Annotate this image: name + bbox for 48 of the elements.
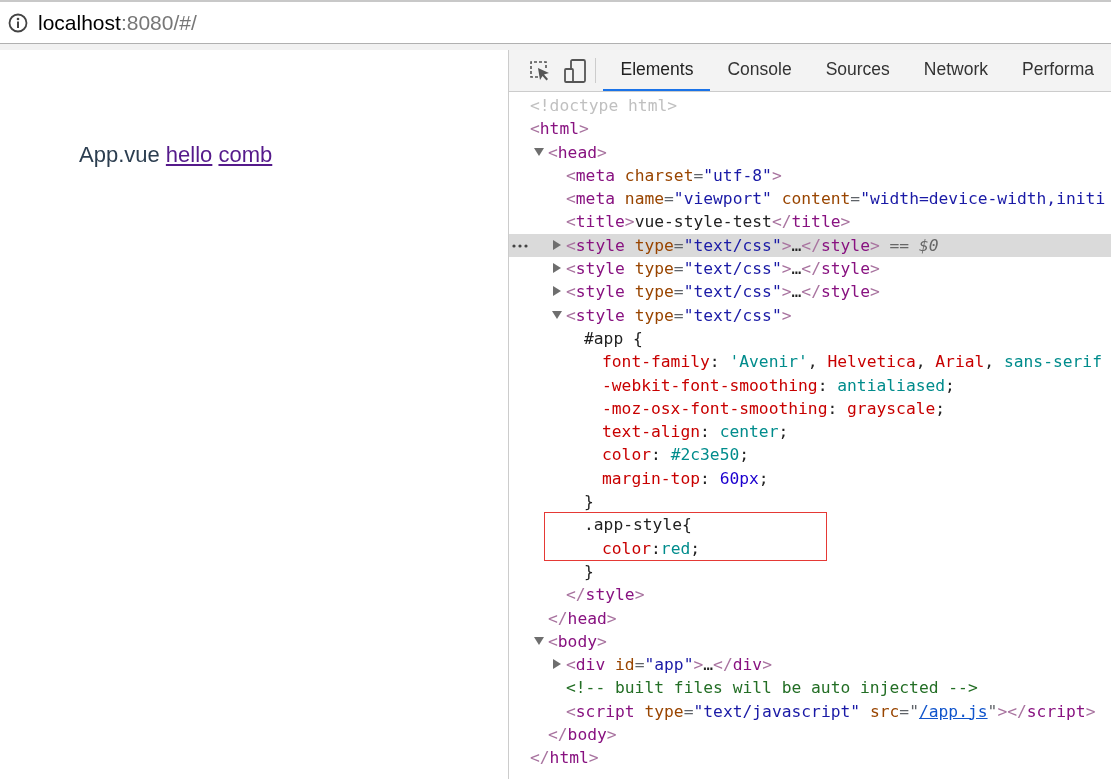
- devtools-tab[interactable]: Sources: [808, 50, 907, 91]
- tree-row[interactable]: <style type="text/css">…</style> == $0: [509, 233, 1111, 258]
- triangle-icon[interactable]: [552, 309, 562, 320]
- triangle-icon[interactable]: [552, 286, 562, 297]
- tree-row[interactable]: -webkit-font-smoothing: antialiased;: [509, 373, 1111, 397]
- triangle-icon[interactable]: [534, 635, 544, 646]
- tree-row[interactable]: </head>: [509, 606, 1111, 630]
- ellipsis-icon[interactable]: [512, 243, 528, 248]
- page-text: App.vue: [79, 142, 160, 167]
- address-field[interactable]: localhost:8080/#/: [38, 10, 197, 35]
- tree-row[interactable]: text-align: center;: [509, 420, 1111, 444]
- tree-row[interactable]: <style type="text/css">: [509, 303, 1111, 327]
- tree-row[interactable]: <style type="text/css">…</style>: [509, 257, 1111, 281]
- triangle-icon[interactable]: [552, 263, 562, 274]
- tree-row[interactable]: <title>vue-style-test</title>: [509, 210, 1111, 234]
- tree-row[interactable]: margin-top: 60px;: [509, 466, 1111, 491]
- tree-row[interactable]: color:red;: [545, 536, 826, 560]
- devtools-tab[interactable]: Console: [710, 50, 809, 91]
- tree-row[interactable]: }: [509, 559, 1111, 584]
- device-icon[interactable]: [563, 58, 586, 83]
- tree-row[interactable]: </html>: [509, 746, 1111, 770]
- tree-row[interactable]: <body>: [509, 629, 1111, 654]
- tree-row[interactable]: #app {: [509, 326, 1111, 351]
- page-link[interactable]: hello: [165, 142, 213, 167]
- tree-row[interactable]: <script type="text/javascript" src="/app.js"></script>: [509, 699, 1111, 723]
- tree-row[interactable]: </body>: [509, 723, 1111, 747]
- triangle-icon[interactable]: [552, 239, 562, 250]
- tree-row[interactable]: <html>: [509, 117, 1111, 141]
- devtools-tab[interactable]: Network: [906, 50, 1006, 91]
- tree-row[interactable]: <meta charset="utf-8">: [509, 163, 1111, 188]
- tree-row[interactable]: -moz-osx-font-smoothing: grayscale;: [509, 396, 1111, 421]
- page-link[interactable]: comb: [218, 142, 273, 167]
- tree-row[interactable]: .app-style{: [545, 513, 826, 537]
- tree-row[interactable]: <!-- built files will be auto injected -->: [509, 676, 1111, 700]
- tree-row[interactable]: <div id="app">…</div>: [509, 653, 1111, 677]
- info-icon[interactable]: [8, 12, 28, 33]
- devtools-tab[interactable]: Performa: [1005, 50, 1111, 91]
- inspect-icon[interactable]: [528, 59, 551, 82]
- tree-row[interactable]: font-family: 'Avenir', Helvetica, Arial, sans-serif: [509, 350, 1111, 374]
- tree-row[interactable]: }: [509, 490, 1111, 514]
- tree-row[interactable]: color: #2c3e50;: [509, 443, 1111, 467]
- triangle-icon[interactable]: [552, 659, 562, 670]
- triangle-icon[interactable]: [534, 146, 544, 157]
- tree-row[interactable]: <meta name="viewport" content="width=device-width,initi: [509, 187, 1111, 211]
- tree-row[interactable]: <style type="text/css">…</style>: [509, 280, 1111, 304]
- tree-row[interactable]: </style>: [509, 583, 1111, 607]
- devtools-tab[interactable]: Elements: [603, 50, 711, 91]
- tree-row[interactable]: <head>: [509, 140, 1111, 164]
